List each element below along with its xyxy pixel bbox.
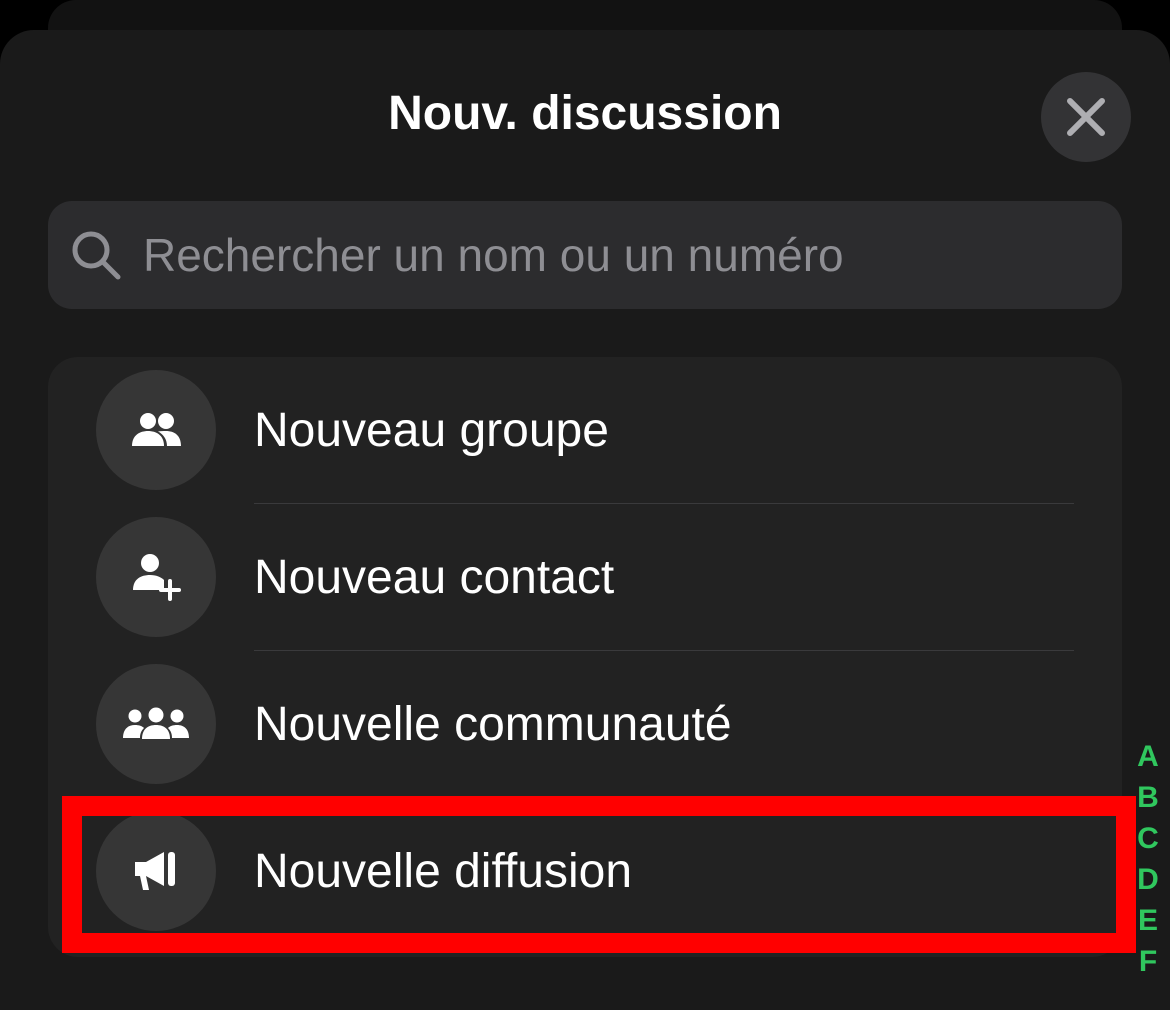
menu-item-avatar — [96, 664, 216, 784]
menu-item-label: Nouvelle communauté — [254, 698, 732, 751]
index-letter-e[interactable]: E — [1138, 900, 1158, 941]
search-bar[interactable] — [48, 201, 1122, 309]
new-chat-options-list: Nouveau groupe Nouveau contact Nouvelle … — [48, 357, 1122, 957]
page-title: Nouv. discussion — [388, 87, 782, 140]
community-icon — [123, 707, 189, 739]
menu-item-new-contact[interactable]: Nouveau contact — [48, 504, 1122, 651]
alphabet-index[interactable]: A B C D E F — [1134, 736, 1162, 982]
menu-item-label: Nouveau groupe — [254, 404, 609, 457]
menu-item-new-community[interactable]: Nouvelle communauté — [48, 651, 1122, 798]
menu-item-label: Nouveau contact — [254, 551, 615, 604]
megaphone-icon — [135, 852, 175, 890]
index-letter-f[interactable]: F — [1139, 941, 1157, 982]
group-icon — [132, 413, 181, 446]
menu-item-avatar — [96, 811, 216, 931]
index-letter-c[interactable]: C — [1137, 818, 1159, 859]
close-icon — [1067, 98, 1105, 136]
menu-item-avatar — [96, 370, 216, 490]
index-letter-b[interactable]: B — [1137, 777, 1159, 818]
menu-item-avatar — [96, 517, 216, 637]
add-contact-icon — [133, 554, 181, 601]
index-letter-d[interactable]: D — [1137, 859, 1159, 900]
menu-item-new-broadcast[interactable]: Nouvelle diffusion — [48, 798, 1122, 945]
menu-item-label: Nouvelle diffusion — [254, 845, 633, 898]
search-icon — [72, 231, 121, 280]
index-letter-a[interactable]: A — [1137, 736, 1159, 777]
close-button[interactable] — [1041, 72, 1131, 162]
menu-item-new-group[interactable]: Nouveau groupe — [48, 357, 1122, 504]
search-input[interactable] — [143, 201, 1103, 309]
